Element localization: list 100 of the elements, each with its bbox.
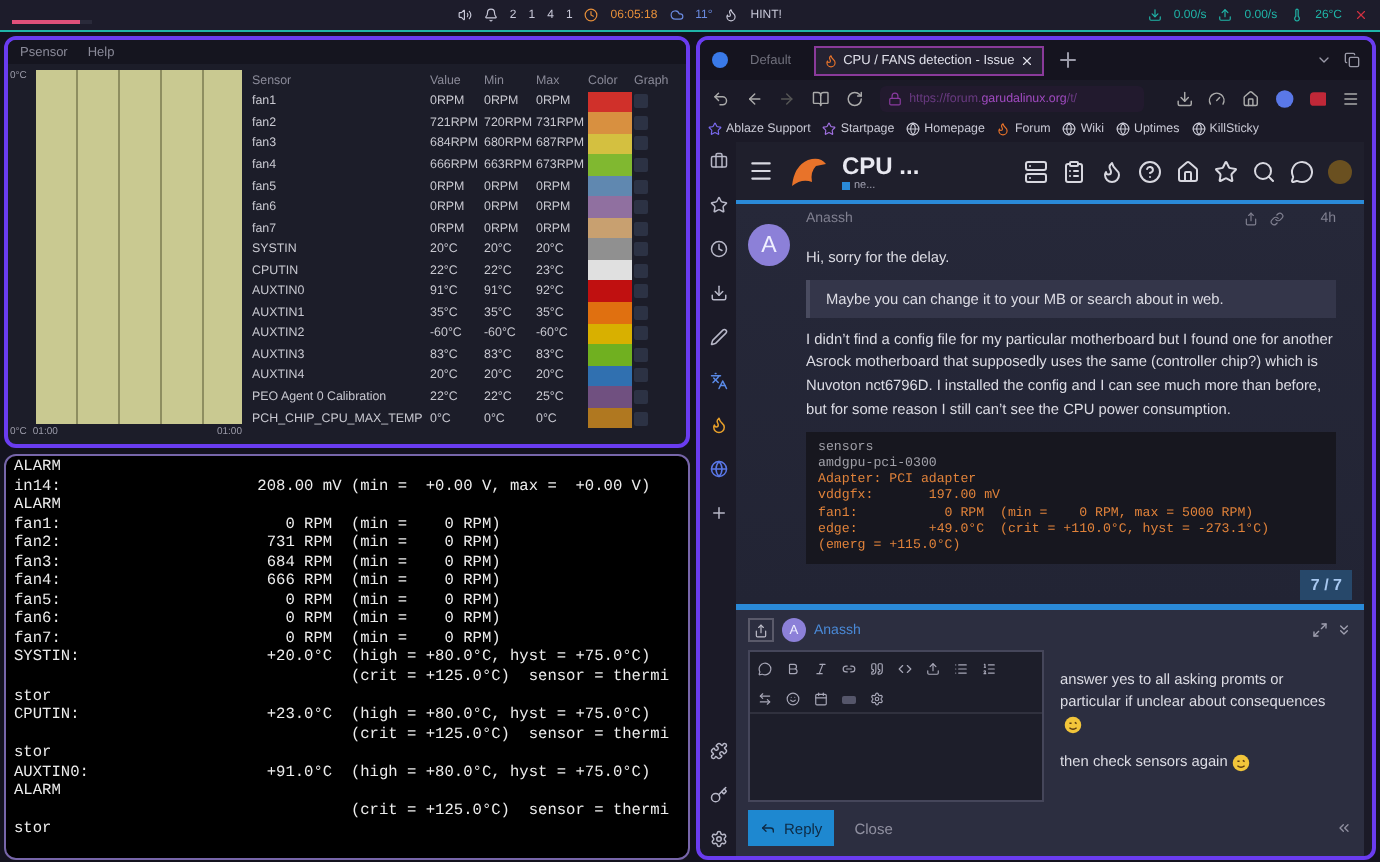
color-swatch[interactable] (588, 217, 632, 239)
topic-title[interactable]: CPU ... (842, 151, 920, 179)
reader-icon[interactable] (812, 89, 830, 107)
color-swatch[interactable] (588, 91, 632, 113)
server-icon[interactable] (1024, 159, 1048, 183)
clock-icon[interactable] (709, 240, 727, 258)
bold-icon[interactable] (786, 662, 800, 676)
star-icon (822, 122, 837, 136)
color-swatch[interactable] (588, 280, 632, 303)
menu-icon[interactable] (1342, 89, 1360, 107)
color-swatch[interactable] (588, 302, 632, 324)
color-swatch[interactable] (588, 323, 632, 345)
briefcase-icon[interactable] (709, 152, 727, 170)
color-swatch[interactable] (588, 407, 632, 429)
swap-icon[interactable] (758, 692, 772, 706)
link-icon[interactable] (842, 662, 856, 676)
color-swatch[interactable] (588, 196, 632, 218)
graph-checkbox[interactable] (634, 389, 648, 404)
graph-checkbox[interactable] (634, 368, 648, 383)
lock-icon (887, 91, 902, 105)
graph-checkbox[interactable] (634, 263, 648, 278)
globe-icon (1191, 122, 1206, 136)
download-icon[interactable] (1175, 89, 1193, 107)
graph-checkbox[interactable] (634, 326, 648, 341)
calendar-icon[interactable] (814, 692, 828, 706)
home-icon[interactable] (1242, 89, 1260, 107)
profile-icon[interactable] (1275, 89, 1294, 107)
plus-icon[interactable] (1056, 48, 1081, 72)
graph-checkbox[interactable] (634, 221, 648, 236)
quote-bubble-icon[interactable] (758, 662, 772, 676)
download-icon[interactable] (709, 284, 727, 302)
search-icon[interactable] (1252, 159, 1276, 183)
expand-icon[interactable] (1312, 622, 1328, 638)
reload-icon[interactable] (845, 89, 864, 107)
globe-icon (1062, 122, 1077, 136)
graph-checkbox[interactable] (634, 115, 648, 130)
speaker-icon[interactable] (457, 8, 472, 22)
graph-checkbox[interactable] (634, 200, 648, 215)
pen-icon[interactable] (709, 328, 727, 346)
flame-icon (724, 8, 739, 22)
numbered-list-icon[interactable] (982, 662, 996, 676)
globe-icon[interactable] (709, 460, 727, 478)
color-swatch[interactable] (588, 344, 632, 366)
user-avatar[interactable]: A (748, 224, 790, 266)
post-counter[interactable]: 7 / 7 (1300, 570, 1352, 600)
italic-icon[interactable] (814, 662, 828, 676)
puzzle-icon[interactable] (709, 742, 727, 760)
graph-checkbox[interactable] (634, 347, 648, 362)
graph-checkbox[interactable] (634, 242, 648, 257)
share-icon[interactable] (1244, 212, 1259, 226)
translate-icon[interactable] (709, 372, 727, 390)
plus-icon[interactable] (709, 504, 727, 522)
code-icon[interactable] (898, 662, 912, 676)
menu-icon[interactable] (748, 158, 774, 184)
link-icon[interactable] (1270, 212, 1285, 226)
bullet-list-icon[interactable] (954, 662, 968, 676)
settings-icon[interactable] (870, 692, 884, 706)
graph-checkbox[interactable] (634, 136, 648, 151)
help-icon[interactable] (1138, 159, 1162, 183)
chevrons-left-icon[interactable] (1336, 820, 1352, 836)
color-swatch[interactable] (588, 238, 632, 260)
undo-icon[interactable] (712, 89, 730, 107)
upload-icon[interactable] (926, 662, 940, 676)
reply-icon (760, 820, 776, 836)
graph-checkbox[interactable] (634, 179, 648, 193)
graph-checkbox[interactable] (634, 411, 648, 426)
color-swatch[interactable] (588, 386, 632, 408)
color-swatch[interactable] (588, 112, 632, 134)
collapse-icon[interactable] (1336, 622, 1352, 638)
globe-icon[interactable] (712, 52, 728, 68)
graph-checkbox[interactable] (634, 94, 648, 109)
clock-icon (584, 8, 599, 22)
chevron-down-icon[interactable] (1316, 52, 1332, 68)
graph-checkbox[interactable] (634, 284, 648, 299)
settings-icon[interactable] (709, 830, 727, 848)
thermometer-icon (1289, 8, 1304, 22)
emoji-icon[interactable] (786, 692, 800, 706)
star-icon (708, 122, 722, 136)
star-icon[interactable] (709, 196, 727, 214)
clipboard-icon[interactable] (1062, 159, 1086, 183)
key-icon[interactable] (709, 786, 727, 804)
reply-type-button[interactable] (748, 618, 774, 642)
gauge-icon[interactable] (1208, 89, 1227, 107)
home-icon[interactable] (1176, 159, 1200, 183)
graph-checkbox[interactable] (634, 305, 648, 320)
flame-icon[interactable] (709, 416, 727, 434)
quote-icon[interactable] (870, 662, 884, 676)
bird-logo-icon[interactable] (788, 153, 828, 189)
chat-icon[interactable] (1290, 159, 1314, 183)
color-swatch[interactable] (588, 154, 632, 176)
color-swatch[interactable] (588, 259, 632, 281)
star-icon[interactable] (1214, 159, 1238, 183)
color-swatch[interactable] (588, 133, 632, 155)
bell-icon[interactable] (483, 8, 498, 22)
graph-checkbox[interactable] (634, 157, 648, 172)
color-swatch[interactable] (588, 175, 632, 197)
extension-icon[interactable] (1309, 91, 1327, 105)
color-swatch[interactable] (588, 365, 632, 387)
restore-window-icon[interactable] (1344, 52, 1360, 68)
back-icon[interactable] (745, 89, 763, 107)
